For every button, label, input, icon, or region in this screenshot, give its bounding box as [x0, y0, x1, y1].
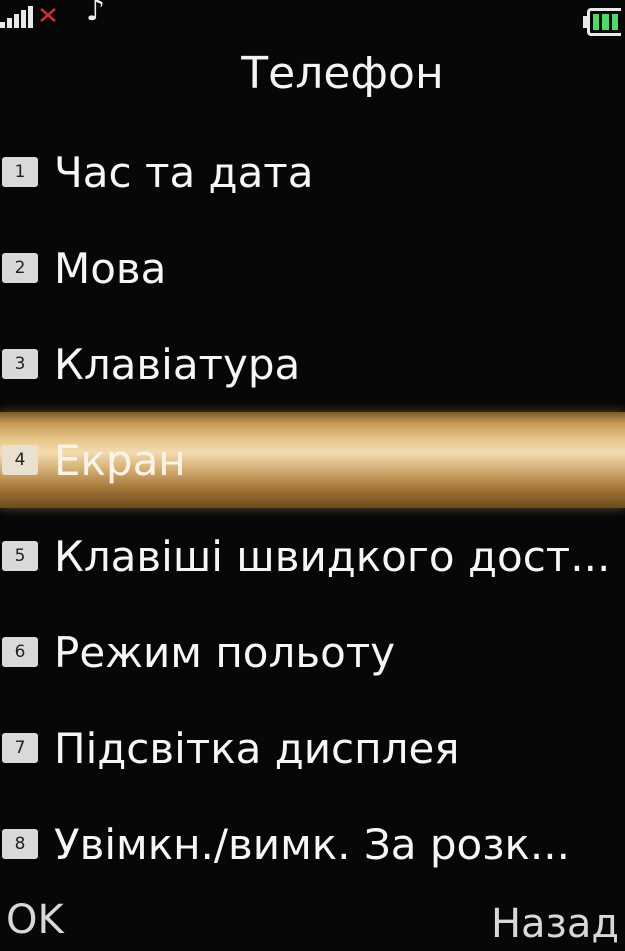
back-softkey[interactable]: Назад — [491, 901, 619, 947]
menu-item-label: Клавіатура — [54, 339, 301, 389]
menu-item-number: 8 — [2, 829, 38, 859]
softkey-bar: OK Назад — [0, 889, 625, 951]
menu-item-label: Режим польоту — [54, 627, 396, 677]
menu-item-keyboard[interactable]: 3 Клавіатура — [0, 316, 625, 412]
phone-screen: ♪ Телефон 1 Час та дата 2 Мова 3 Клавіат… — [0, 0, 625, 951]
menu-item-label: Час та дата — [54, 147, 314, 197]
menu-item-time-date[interactable]: 1 Час та дата — [0, 124, 625, 220]
page-title: Телефон — [241, 48, 444, 99]
menu-item-label: Мова — [54, 243, 167, 293]
menu-item-language[interactable]: 2 Мова — [0, 220, 625, 316]
status-bar: ♪ — [0, 0, 625, 44]
network-off-icon — [40, 8, 56, 22]
menu-item-flight-mode[interactable]: 6 Режим польоту — [0, 604, 625, 700]
menu-item-number: 4 — [2, 445, 38, 475]
menu-item-number: 1 — [2, 157, 38, 187]
menu-item-scheduled-power[interactable]: 8 Увімкн./вимк. За розк... — [0, 796, 625, 892]
music-note-icon: ♪ — [86, 0, 106, 28]
menu-item-shortcut-keys[interactable]: 5 Клавіші швидкого дост... — [0, 508, 625, 604]
menu-item-number: 3 — [2, 349, 38, 379]
menu-item-number: 2 — [2, 253, 38, 283]
menu-item-label: Увімкн./вимк. За розк... — [54, 819, 570, 869]
menu-item-label: Підсвітка дисплея — [54, 723, 460, 773]
ok-softkey[interactable]: OK — [6, 897, 64, 943]
menu-item-label: Екран — [54, 435, 186, 485]
signal-bars-icon — [0, 6, 34, 28]
menu-item-number: 5 — [2, 541, 38, 571]
menu-item-screen[interactable]: 4 Екран — [0, 412, 625, 508]
battery-icon — [587, 8, 621, 36]
menu-item-backlight[interactable]: 7 Підсвітка дисплея — [0, 700, 625, 796]
settings-menu: 1 Час та дата 2 Мова 3 Клавіатура 4 Екра… — [0, 124, 625, 892]
menu-item-number: 6 — [2, 637, 38, 667]
menu-item-label: Клавіші швидкого дост... — [54, 531, 611, 581]
menu-item-number: 7 — [2, 733, 38, 763]
